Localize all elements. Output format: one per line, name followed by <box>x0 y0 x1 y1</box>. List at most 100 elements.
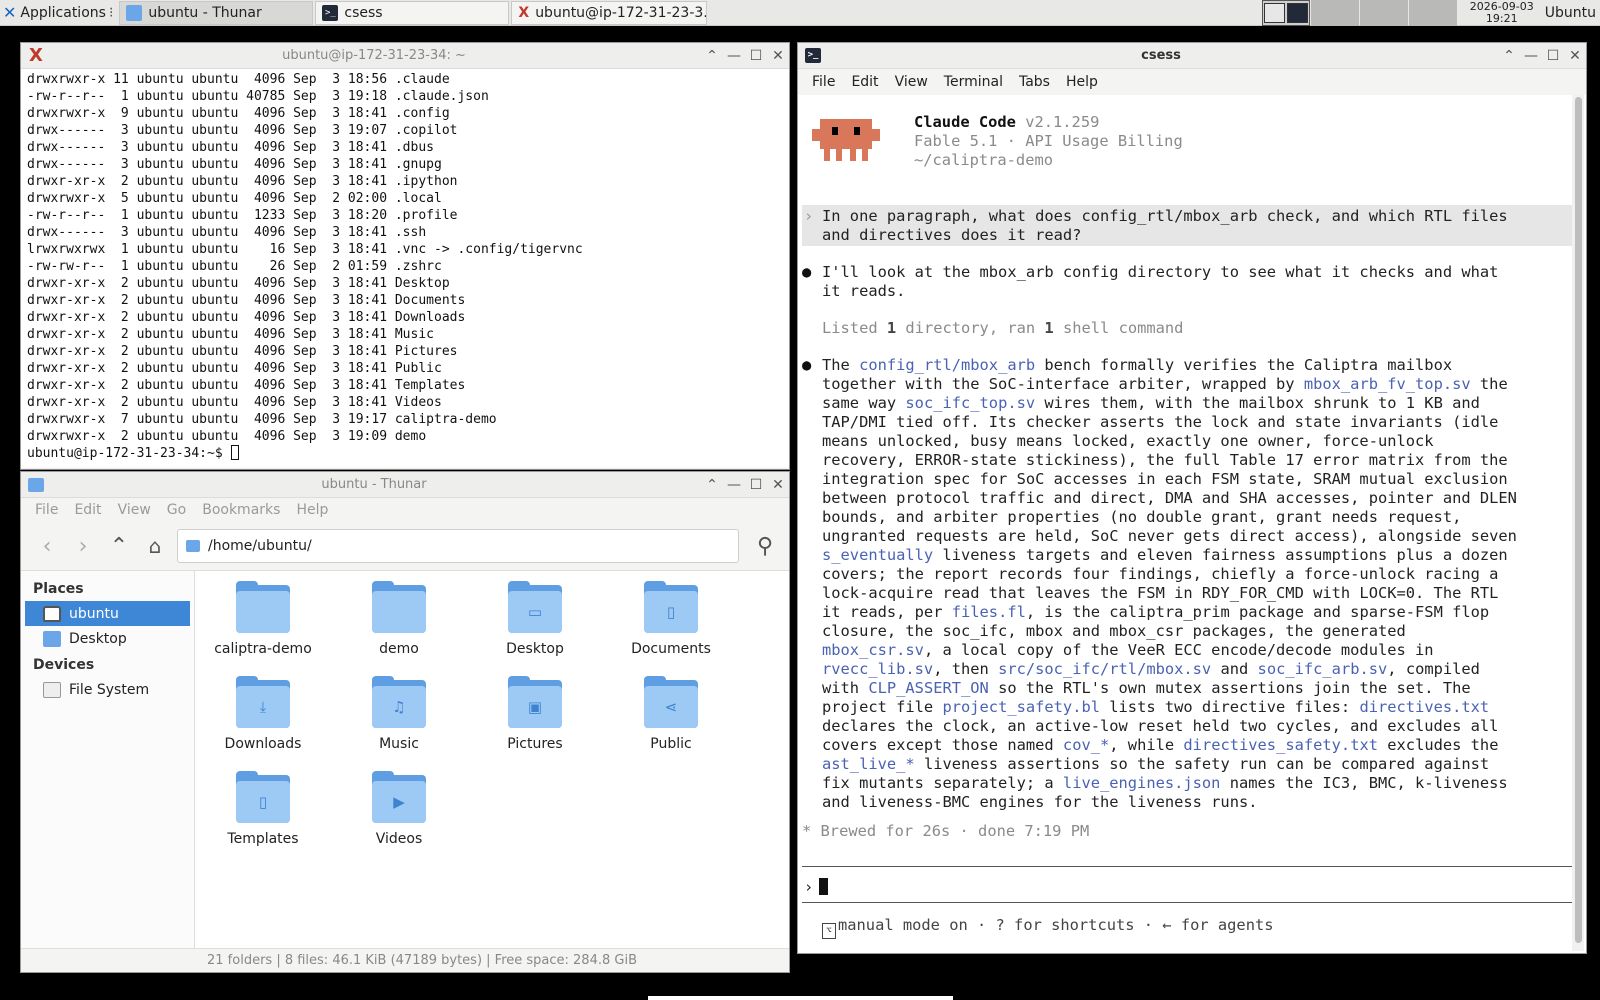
parent-folder-button[interactable]: ⌃ <box>101 528 137 564</box>
maximize-button[interactable]: ☐ <box>745 48 767 64</box>
menu-file[interactable]: File <box>35 502 58 518</box>
maximize-button[interactable]: ☐ <box>1542 48 1564 64</box>
folder-item[interactable]: demo <box>331 579 467 674</box>
menu-terminal[interactable]: Terminal <box>944 74 1003 90</box>
sidebar-item-desktop[interactable]: Desktop <box>25 626 190 651</box>
folder-label: Templates <box>227 831 299 847</box>
folder-item[interactable]: ▣ Pictures <box>467 674 603 769</box>
terminal-window-csess[interactable]: >_ csess ⌃ — ☐ ✕ File Edit View Terminal… <box>797 42 1587 954</box>
workspace-1[interactable] <box>1261 0 1310 26</box>
workspace-3[interactable] <box>1359 0 1408 26</box>
menu-separator-icon: ⁝ <box>108 4 114 21</box>
file-reference-link[interactable]: project_safety.bl <box>942 698 1100 716</box>
file-reference-link[interactable]: cov_* <box>1063 736 1109 754</box>
file-reference-link[interactable]: rvecc_lib.sv <box>822 660 933 678</box>
shade-button[interactable]: ⌃ <box>701 48 723 64</box>
menu-edit[interactable]: Edit <box>851 74 878 90</box>
file-reference-link[interactable]: soc_ifc_top.sv <box>905 394 1035 412</box>
menu-help[interactable]: Help <box>296 502 328 518</box>
close-button[interactable]: ✕ <box>767 477 789 493</box>
home-icon <box>43 605 61 622</box>
answer-text-segment: bench formally verifies the Caliptra mai… <box>1035 356 1453 374</box>
taskbar-xterm[interactable]: X ubuntu@ip-172-31-23-3... <box>511 0 708 25</box>
terminal-output[interactable]: drwxrwxr-x 11 ubuntu ubuntu 4096 Sep 3 1… <box>21 69 789 469</box>
terminal-output[interactable]: Claude Code v2.1.259 Fable 5.1 · API Usa… <box>802 95 1584 951</box>
file-reference-link[interactable]: src/soc_ifc/rtl/mbox.sv <box>998 660 1211 678</box>
applications-label: Applications <box>20 4 106 21</box>
file-reference-link[interactable]: directives.txt <box>1359 698 1489 716</box>
menu-help[interactable]: Help <box>1066 74 1098 90</box>
maximize-button[interactable]: ☐ <box>745 477 767 493</box>
titlebar[interactable]: >_ csess ⌃ — ☐ ✕ <box>798 43 1586 69</box>
menu-edit[interactable]: Edit <box>74 502 101 518</box>
file-reference-link[interactable]: ast_live_* <box>822 755 915 773</box>
folder-item[interactable]: ⋖ Public <box>603 674 739 769</box>
applications-menu[interactable]: ✕ Applications ⁝ <box>0 0 119 26</box>
minimize-button[interactable]: — <box>723 477 745 493</box>
folder-item[interactable]: ▭ Desktop <box>467 579 603 674</box>
folder-item[interactable]: ▶ Videos <box>331 769 467 864</box>
folder-icon: ▭ <box>508 581 562 633</box>
forward-button[interactable]: › <box>65 528 101 564</box>
shade-button[interactable]: ⌃ <box>1498 48 1520 64</box>
listing-line: drwx------ 3 ubuntu ubuntu 4096 Sep 3 18… <box>27 157 442 172</box>
file-reference-link[interactable]: soc_ifc_arb.sv <box>1258 660 1388 678</box>
menu-tabs[interactable]: Tabs <box>1019 74 1050 90</box>
folder-icon <box>372 581 426 633</box>
file-reference-link[interactable]: s_eventually <box>822 546 933 564</box>
workspace-2[interactable] <box>1310 0 1359 26</box>
menu-view[interactable]: View <box>118 502 151 518</box>
search-button[interactable]: ⚲ <box>749 534 781 559</box>
file-reference-link[interactable]: directives_safety.txt <box>1183 736 1378 754</box>
menu-file[interactable]: File <box>812 74 835 90</box>
sidebar-item-label: ubuntu <box>69 605 119 622</box>
location-bar[interactable]: /home/ubuntu/ <box>177 529 739 563</box>
sidebar-item-file-system[interactable]: File System <box>25 677 190 702</box>
folder-item[interactable]: ▯ Templates <box>195 769 331 864</box>
file-reference-link[interactable]: mbox_arb_fv_top.sv <box>1304 375 1471 393</box>
listing-line: drwxrwxr-x 11 ubuntu ubuntu 4096 Sep 3 1… <box>27 72 450 87</box>
close-button[interactable]: ✕ <box>1564 48 1586 64</box>
back-button[interactable]: ‹ <box>29 528 65 564</box>
folder-emblem-icon <box>236 591 290 633</box>
folder-emblem-icon: ▶ <box>372 781 426 823</box>
file-reference-link[interactable]: config_rtl/mbox_arb <box>859 356 1035 374</box>
taskbar-csess[interactable]: >_ csess <box>315 0 510 25</box>
terminal-window-home[interactable]: X ubuntu@ip-172-31-23-34: ~ ⌃ — ☐ ✕ drwx… <box>20 42 790 470</box>
menu-bookmarks[interactable]: Bookmarks <box>202 502 280 518</box>
answer-text-segment: excludes the <box>1378 736 1499 754</box>
menu-go[interactable]: Go <box>167 502 186 518</box>
folder-emblem-icon: ♫ <box>372 686 426 728</box>
prompt-input[interactable]: › <box>804 878 829 897</box>
folder-item[interactable]: ▯ Documents <box>603 579 739 674</box>
scrollbar[interactable] <box>1572 95 1584 951</box>
file-reference-link[interactable]: mbox_csr.sv <box>822 641 924 659</box>
titlebar[interactable]: X ubuntu@ip-172-31-23-34: ~ ⌃ — ☐ ✕ <box>21 43 789 69</box>
minimize-button[interactable]: — <box>723 48 745 64</box>
taskbar-thunar[interactable]: ubuntu - Thunar <box>119 0 314 25</box>
listing-line: -rw-rw-r-- 1 ubuntu ubuntu 26 Sep 2 01:5… <box>27 259 442 274</box>
clock[interactable]: 2026-09-03 19:21 <box>1467 0 1537 25</box>
home-button[interactable]: ⌂ <box>137 528 173 564</box>
file-reference-link[interactable]: CLP_ASSERT_ON <box>868 679 988 697</box>
titlebar[interactable]: ubuntu - Thunar ⌃ — ☐ ✕ <box>21 472 789 498</box>
sidebar-item-ubuntu[interactable]: ubuntu <box>25 601 190 626</box>
folder-item[interactable]: caliptra-demo <box>195 579 331 674</box>
scrollbar-thumb[interactable] <box>1575 97 1582 943</box>
thunar-window[interactable]: ubuntu - Thunar ⌃ — ☐ ✕ File Edit View G… <box>20 471 790 973</box>
workspace-4[interactable] <box>1408 0 1457 26</box>
menu-view[interactable]: View <box>895 74 928 90</box>
listing-output: drwxrwxr-x 11 ubuntu ubuntu 4096 Sep 3 1… <box>27 71 783 445</box>
taskbar-label: ubuntu@ip-172-31-23-3... <box>535 4 708 21</box>
user-menu[interactable]: Ubuntu <box>1545 5 1600 21</box>
file-reference-link[interactable]: files.fl <box>952 603 1026 621</box>
file-reference-link[interactable]: live_engines.json <box>1063 774 1221 792</box>
file-icon-view[interactable]: caliptra-demo demo ▭ Desktop ▯ Documents ⤓ Down… <box>195 571 789 948</box>
tool-summary-text: Listed <box>822 319 887 337</box>
folder-item[interactable]: ⤓ Downloads <box>195 674 331 769</box>
shade-button[interactable]: ⌃ <box>701 477 723 493</box>
close-button[interactable]: ✕ <box>767 48 789 64</box>
minimize-button[interactable]: — <box>1520 48 1542 64</box>
answer-line: declares the clock, an active-low reset … <box>822 717 1582 736</box>
folder-item[interactable]: ♫ Music <box>331 674 467 769</box>
